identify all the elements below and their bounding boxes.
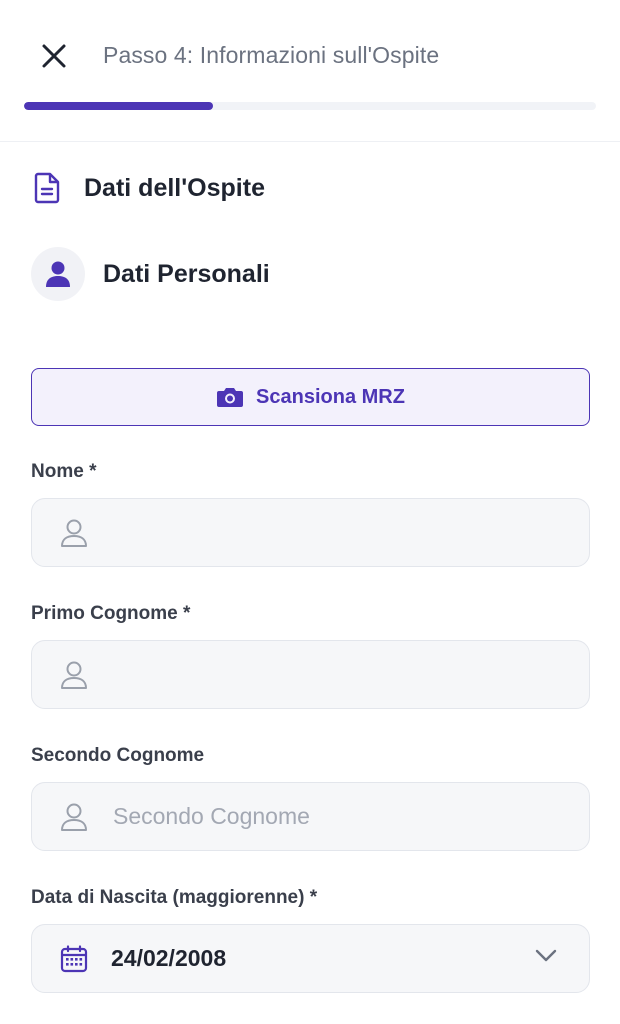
data-nascita-value: 24/02/2008	[111, 945, 227, 971]
section-header: Dati dell'Ospite	[34, 172, 265, 204]
scan-mrz-button[interactable]: Scansiona MRZ	[31, 368, 590, 426]
nome-input[interactable]	[113, 519, 553, 546]
user-icon	[59, 660, 89, 690]
scan-mrz-label: Scansiona MRZ	[256, 385, 405, 408]
step-title: Passo 4: Informazioni sull'Ospite	[103, 42, 440, 68]
personal-data-header: Dati Personali	[31, 247, 270, 301]
data-nascita-label: Data di Nascita (maggiorenne) *	[31, 887, 318, 908]
progress-bar-fill	[24, 102, 213, 110]
document-icon	[34, 172, 60, 204]
primo-cognome-input[interactable]	[113, 661, 553, 688]
nome-field[interactable]	[31, 498, 590, 567]
personal-data-title: Dati Personali	[103, 259, 270, 288]
close-button[interactable]	[36, 38, 72, 74]
data-nascita-field[interactable]: 24/02/2008	[31, 924, 590, 993]
calendar-icon	[59, 944, 89, 973]
user-icon	[46, 261, 70, 287]
top-bar: Passo 4: Informazioni sull'Ospite	[0, 0, 620, 142]
primo-cognome-label: Primo Cognome *	[31, 603, 191, 624]
user-icon	[59, 802, 89, 832]
progress-bar	[24, 102, 596, 110]
avatar	[31, 247, 85, 301]
secondo-cognome-label: Secondo Cognome	[31, 745, 205, 766]
section-title: Dati dell'Ospite	[84, 173, 265, 202]
close-icon	[42, 44, 66, 68]
nome-label: Nome *	[31, 461, 97, 482]
secondo-cognome-field[interactable]	[31, 782, 590, 851]
secondo-cognome-input[interactable]	[113, 803, 553, 830]
primo-cognome-field[interactable]	[31, 640, 590, 709]
user-icon	[59, 518, 89, 548]
chevron-down-icon[interactable]	[535, 949, 557, 963]
camera-icon	[217, 388, 244, 407]
